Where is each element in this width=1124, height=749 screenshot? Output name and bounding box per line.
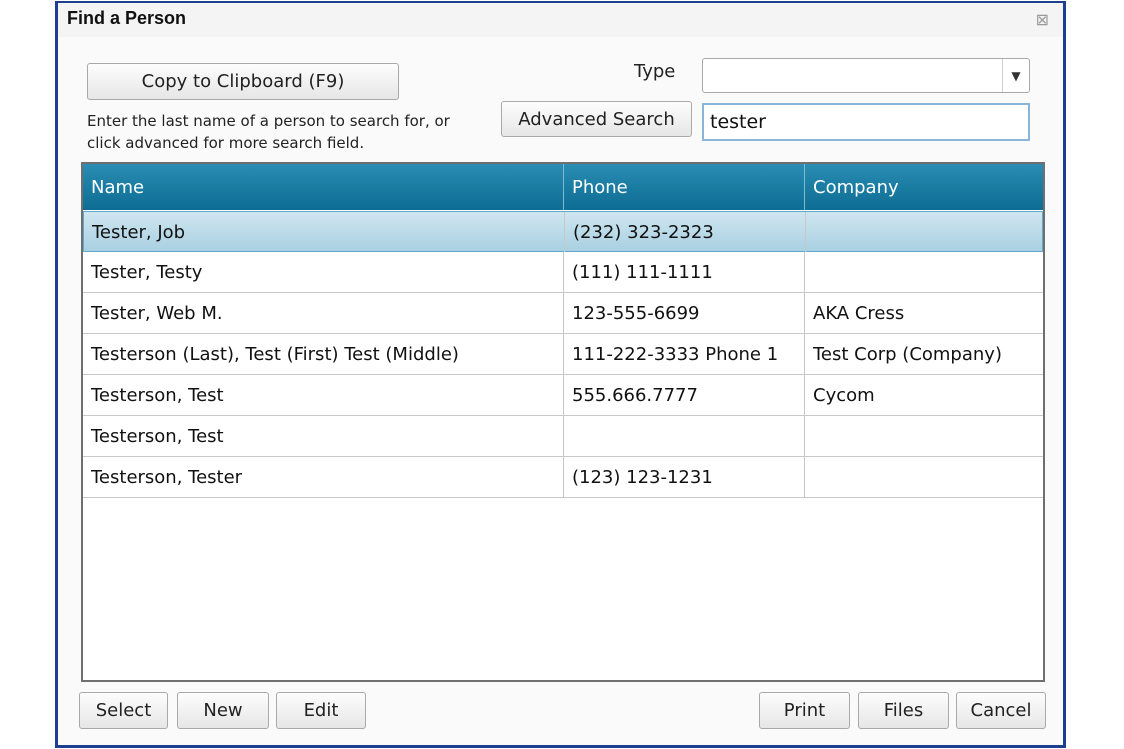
column-header-phone[interactable]: Phone xyxy=(564,164,805,210)
cell-company: Cycom xyxy=(813,384,875,406)
cell-company xyxy=(805,416,1043,456)
type-label: Type xyxy=(634,61,676,82)
cell-company: Test Corp (Company) xyxy=(813,343,1002,365)
cell-phone: 123-555-6699 xyxy=(564,293,805,333)
cell-phone: (232) 323-2323 xyxy=(565,212,806,252)
cancel-button[interactable]: Cancel xyxy=(956,692,1046,729)
cell-company xyxy=(806,212,1044,252)
cell-name: Tester, Job xyxy=(84,212,565,252)
select-button[interactable]: Select xyxy=(79,692,168,729)
find-person-dialog: Find a Person ⊠ Copy to Clipboard (F9) E… xyxy=(55,1,1066,748)
cell-name: Testerson, Tester xyxy=(83,457,564,497)
cell-company xyxy=(805,252,1043,292)
table-row[interactable]: Testerson, Test xyxy=(83,416,1043,457)
cell-company xyxy=(805,457,1043,497)
table-row[interactable]: Testerson (Last), Test (First) Test (Mid… xyxy=(83,334,1043,375)
cell-phone: (123) 123-1231 xyxy=(564,457,805,497)
chevron-down-icon[interactable]: ▼ xyxy=(1002,59,1029,92)
close-icon[interactable]: ⊠ xyxy=(1036,10,1049,29)
column-header-name[interactable]: Name xyxy=(83,164,564,210)
table-row[interactable]: Testerson, Tester (123) 123-1231 xyxy=(83,457,1043,498)
cell-name: Testerson, Test xyxy=(83,416,564,456)
column-header-company[interactable]: Company xyxy=(805,164,1043,210)
cell-name: Testerson, Test xyxy=(83,375,564,415)
search-hint: Enter the last name of a person to searc… xyxy=(87,112,450,152)
new-button[interactable]: New xyxy=(177,692,269,729)
table-row[interactable]: Tester, Web M. 123-555-6699 AKA Cress xyxy=(83,293,1043,334)
dialog-title: Find a Person xyxy=(67,8,187,28)
cell-name: Tester, Web M. xyxy=(83,293,564,333)
copy-to-clipboard-button[interactable]: Copy to Clipboard (F9) xyxy=(87,63,399,100)
print-button[interactable]: Print xyxy=(759,692,850,729)
title-bar: Find a Person ⊠ xyxy=(58,3,1063,37)
cell-phone xyxy=(564,416,805,456)
cell-company: AKA Cress xyxy=(813,302,905,324)
cell-phone: 555.666.7777 xyxy=(564,375,805,415)
cell-name: Testerson (Last), Test (First) Test (Mid… xyxy=(83,334,564,374)
advanced-search-button[interactable]: Advanced Search xyxy=(501,101,692,137)
files-button[interactable]: Files xyxy=(858,692,949,729)
cell-name: Tester, Testy xyxy=(83,252,564,292)
type-select[interactable]: ▼ xyxy=(702,58,1030,93)
table-row[interactable]: Tester, Testy (111) 111-1111 xyxy=(83,252,1043,293)
cell-phone: 111-222-3333 Phone 1 xyxy=(564,334,805,374)
results-grid: Name Phone Company Tester, Job (232) 323-… xyxy=(81,162,1045,682)
cell-phone: (111) 111-1111 xyxy=(564,252,805,292)
edit-button[interactable]: Edit xyxy=(276,692,366,729)
table-row[interactable]: Tester, Job (232) 323-2323 xyxy=(83,211,1043,252)
grid-header: Name Phone Company xyxy=(83,164,1043,210)
table-row[interactable]: Testerson, Test 555.666.7777 Cycom xyxy=(83,375,1043,416)
search-input[interactable]: tester xyxy=(702,103,1030,141)
